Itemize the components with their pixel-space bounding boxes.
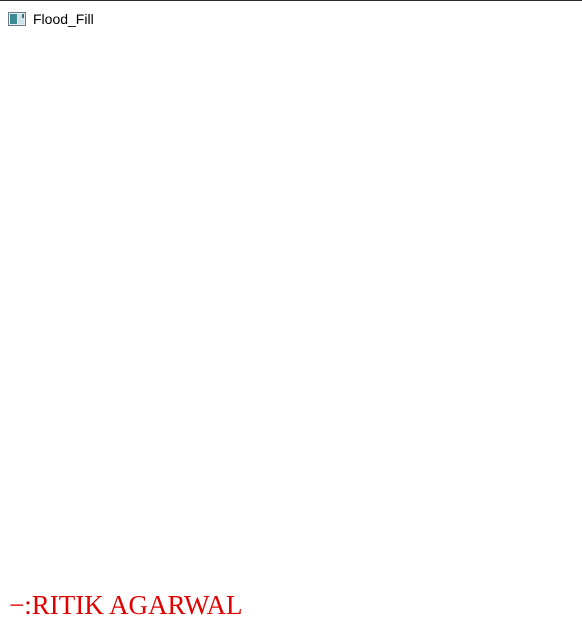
rectangle-outline	[183, 387, 249, 516]
title-bar[interactable]: Flood_Fill	[0, 1, 582, 37]
drawing-canvas	[183, 387, 249, 516]
app-window-icon	[8, 12, 26, 26]
window-title: Flood_Fill	[33, 11, 94, 27]
author-credit-text: −:RITIK AGARWAL	[9, 590, 243, 620]
application-window: Flood_Fill −:RITIK AGARWAL	[0, 0, 582, 638]
